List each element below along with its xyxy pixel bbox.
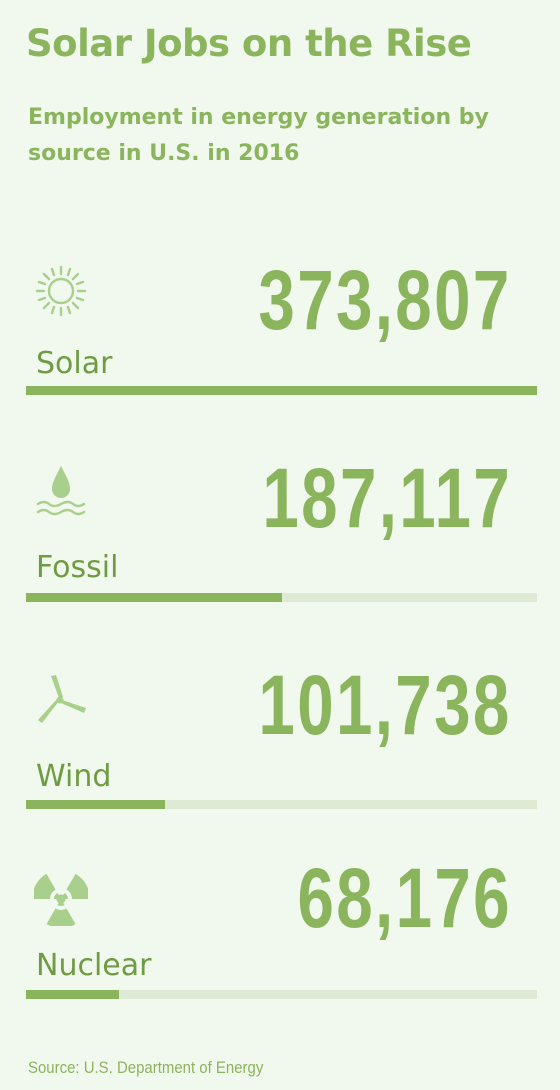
source-note: Source: U.S. Department of Energy — [28, 1058, 264, 1077]
bar-value-nuclear: 68,176 — [297, 851, 512, 945]
bar-label-nuclear: Nuclear — [36, 948, 152, 983]
bar-value-wind: 101,738 — [258, 658, 512, 752]
bar-row-fossil: 187,117 Fossil — [0, 448, 560, 648]
bar-track-wind — [26, 800, 537, 809]
bar-track-nuclear — [26, 990, 537, 999]
bar-solar — [26, 386, 537, 395]
wind-turbine-icon — [34, 671, 88, 725]
bar-label-solar: Solar — [36, 346, 113, 381]
bar-value-fossil: 187,117 — [262, 451, 512, 545]
radiation-icon — [34, 872, 88, 926]
page-subtitle: Employment in energy generation by sourc… — [28, 105, 489, 166]
bar-label-fossil: Fossil — [36, 550, 119, 585]
bar-value-solar: 373,807 — [258, 253, 512, 347]
bar-track-solar — [26, 386, 537, 395]
water-drop-icon — [34, 462, 88, 516]
bar-wind — [26, 800, 166, 809]
bar-label-wind: Wind — [36, 759, 112, 794]
bar-fossil — [26, 593, 282, 602]
bar-row-wind: 101,738 Wind — [0, 655, 560, 855]
bar-row-nuclear: 68,176 Nuclear — [0, 848, 560, 1048]
bar-row-solar: 373,807 Solar — [0, 250, 560, 450]
bar-track-fossil — [26, 593, 537, 602]
page-title: Solar Jobs on the Rise — [26, 22, 472, 65]
sun-icon — [34, 264, 88, 318]
infographic: Solar Jobs on the Rise Employment in ene… — [0, 0, 560, 1090]
bar-nuclear — [26, 990, 120, 999]
